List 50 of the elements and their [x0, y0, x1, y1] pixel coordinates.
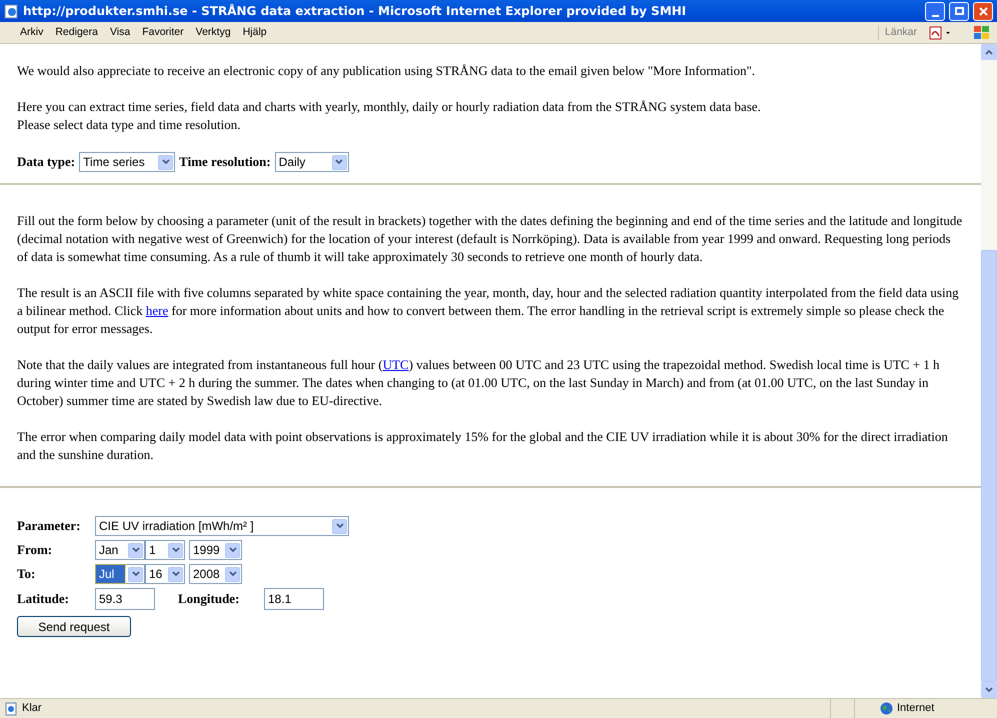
- menu-item[interactable]: Arkiv: [14, 24, 50, 40]
- menu-item[interactable]: Redigera: [49, 24, 104, 40]
- field-label: Longitude:: [178, 590, 240, 608]
- browser-page-icon: [4, 4, 19, 18]
- send-request-button[interactable]: Send request: [17, 616, 131, 637]
- field-label: Latitude:: [17, 590, 70, 608]
- menu-item[interactable]: Verktyg: [190, 24, 237, 40]
- paragraph: The error when comparing daily model data with point observations is approximately 15% for the global and the CIE UV irradiation while it is about 30% for the direct irradiation and the sunshine duration.: [17, 428, 949, 464]
- links-label[interactable]: Länkar: [878, 24, 923, 40]
- field-label: Time resolution:: [179, 153, 271, 171]
- link[interactable]: here: [146, 303, 168, 318]
- dropdown[interactable]: CIE UV irradiation [mWh/m² ]: [95, 516, 349, 536]
- dropdown[interactable]: Jul: [95, 564, 145, 584]
- page-icon: [4, 702, 18, 716]
- paragraph: Please select data type and time resolution.: [17, 116, 242, 134]
- dropdown[interactable]: Daily: [274, 152, 349, 172]
- menu-item[interactable]: Hjälp: [236, 24, 273, 40]
- restore-button[interactable]: [949, 2, 969, 20]
- scroll-up-icon[interactable]: [985, 49, 993, 55]
- window-title: http://produkter.smhi.se - STRÅNG data extraction - Microsoft Internet Explorer provided by SMHI: [23, 2, 688, 20]
- paragraph: Note that the daily values are integrated from instantaneous full hour (UTC) values between 00 UTC and 23 UTC using the trapezoidal method. Swedish local time is UTC + 1 h during winter time and UTC + 2 h during the summer. The dates when changing to (at 01.00 UTC, on the last Sunday in March) and from (at 01.00 UTC, on the last Sunday in October) summer time are stated by Swedish law due to EU-directive.: [17, 356, 941, 410]
- latitude-field[interactable]: 59.3: [95, 588, 155, 610]
- menu-item[interactable]: Visa: [104, 24, 136, 40]
- pdf-icon[interactable]: [929, 26, 953, 40]
- windows-logo-icon: [973, 24, 991, 40]
- dropdown[interactable]: 1: [145, 540, 185, 560]
- minimize-button[interactable]: [925, 2, 945, 20]
- field-label: To:: [17, 565, 36, 583]
- zone-label: Internet: [897, 701, 936, 716]
- scroll-down-icon[interactable]: [985, 687, 993, 693]
- dropdown[interactable]: Jan: [95, 540, 145, 560]
- scrollbar[interactable]: [981, 44, 997, 698]
- dropdown[interactable]: 16: [145, 564, 185, 584]
- field-label: Data type:: [17, 153, 76, 171]
- dropdown[interactable]: 2008: [189, 564, 242, 584]
- close-button[interactable]: [973, 2, 993, 20]
- close-icon: [978, 6, 988, 16]
- paragraph: Fill out the form below by choosing a parameter (unit of the result in brackets) together with the dates defining the beginning and end of the time series and the latitude and longitude (decimal notation with negative west of Greenwich) for the location of your interest (default is Norrköping). Data is available from year 1999 and onward. Requesting long periods of data is somewhat time consuming. As a rule of thumb it will take approximately 30 seconds to retrieve one month of hourly data.: [17, 212, 964, 266]
- paragraph: We would also appreciate to receive an electronic copy of any publication using STRÅNG data to the email given below "More Information".: [17, 62, 756, 80]
- dropdown[interactable]: 1999: [189, 540, 242, 560]
- dropdown[interactable]: Time series: [79, 152, 176, 172]
- paragraph: The result is an ASCII file with five columns separated by white space containing the year, month, day, hour and the selected radiation quantity interpolated from the field data using a bilinear method. Click here for more information about units and how to convert between them. The error handling in the retrieval script is extremely simple so please check the output for error messages.: [17, 284, 960, 338]
- link[interactable]: UTC: [382, 357, 409, 372]
- menu-item[interactable]: Favoriter: [136, 24, 190, 40]
- status-text: Klar: [22, 701, 43, 716]
- field-label: From:: [17, 541, 54, 559]
- paragraph: Here you can extract time series, field data and charts with yearly, monthly, daily or hourly radiation data from the STRÅNG system data base.: [17, 98, 762, 116]
- globe-icon: [880, 702, 893, 715]
- longitude-field[interactable]: 18.1: [264, 588, 324, 610]
- field-label: Parameter:: [17, 517, 82, 535]
